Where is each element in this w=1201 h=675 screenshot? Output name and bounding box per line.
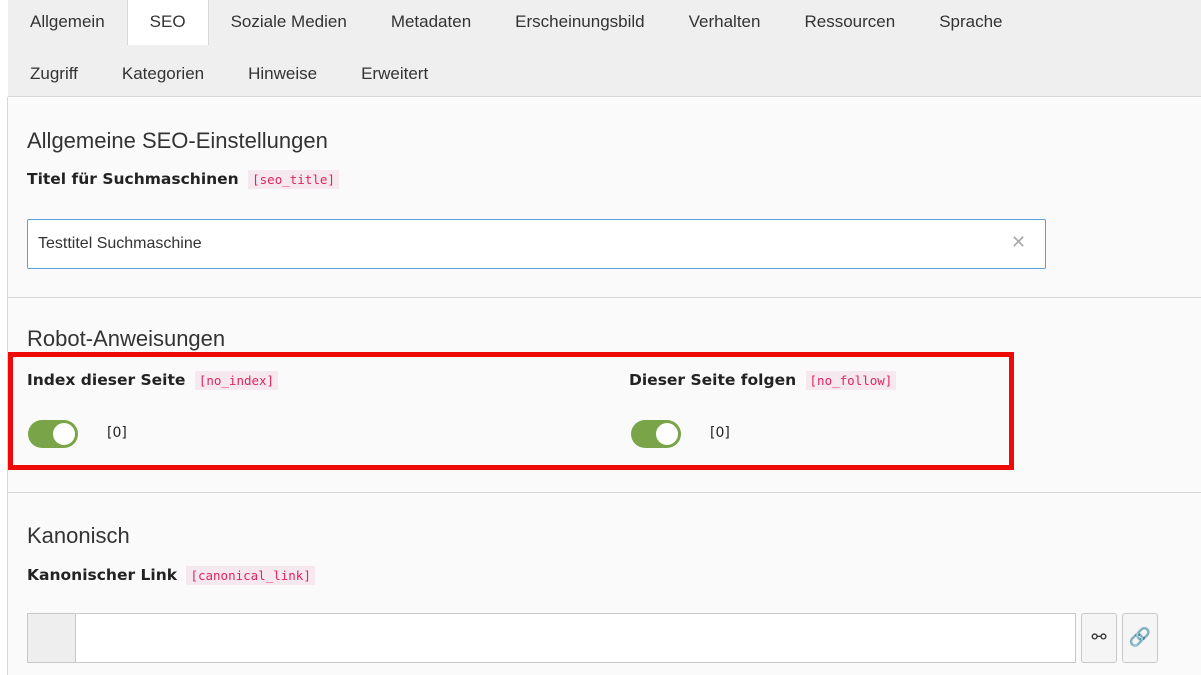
canonical-link-field bbox=[27, 613, 1076, 663]
tab-allgemein[interactable]: Allgemein bbox=[8, 0, 127, 44]
tab-row-1: Allgemein SEO Soziale Medien Metadaten E… bbox=[8, 0, 1025, 45]
canonical-link-code: [canonical_link] bbox=[186, 566, 315, 585]
tab-seo[interactable]: SEO bbox=[126, 0, 209, 45]
tab-erscheinungsbild[interactable]: Erscheinungsbild bbox=[493, 0, 666, 44]
canonical-link-input[interactable] bbox=[76, 614, 1075, 662]
canonical-link-label-text: Kanonischer Link bbox=[27, 566, 178, 584]
unlink-icon[interactable]: ⚯ bbox=[1081, 613, 1117, 663]
seo-section: Allgemeine SEO-Einstellungen Titel für S… bbox=[8, 98, 1201, 297]
section-title-canonical: Kanonisch bbox=[27, 523, 130, 548]
seo-title-input[interactable]: Testtitel Suchmaschine bbox=[27, 219, 1046, 269]
tab-hinweise[interactable]: Hinweise bbox=[226, 52, 339, 96]
tab-soziale-medien[interactable]: Soziale Medien bbox=[209, 0, 369, 44]
tab-row-2: Zugriff Kategorien Hinweise Erweitert bbox=[8, 52, 450, 96]
seo-title-label-text: Titel für Suchmaschinen bbox=[27, 170, 239, 188]
link-input-addon bbox=[28, 614, 76, 662]
seo-title-code: [seo_title] bbox=[248, 170, 339, 189]
tab-kategorien[interactable]: Kategorien bbox=[100, 52, 226, 96]
clear-icon[interactable]: ✕ bbox=[1011, 229, 1026, 257]
highlight-annotation-box bbox=[8, 352, 1014, 470]
tab-erweitert[interactable]: Erweitert bbox=[339, 52, 450, 96]
seo-title-label: Titel für Suchmaschinen [seo_title] bbox=[27, 170, 339, 189]
section-title-robots: Robot-Anweisungen bbox=[27, 326, 226, 351]
canonical-section: Kanonisch Kanonischer Link [canonical_li… bbox=[8, 493, 1201, 675]
tab-sprache[interactable]: Sprache bbox=[917, 0, 1024, 44]
tab-zugriff[interactable]: Zugriff bbox=[8, 52, 100, 96]
canonical-link-label: Kanonischer Link [canonical_link] bbox=[27, 566, 315, 585]
tab-ressourcen[interactable]: Ressourcen bbox=[782, 0, 917, 44]
link-icon[interactable]: 🔗 bbox=[1122, 613, 1158, 663]
tab-verhalten[interactable]: Verhalten bbox=[667, 0, 783, 44]
tab-metadaten[interactable]: Metadaten bbox=[369, 0, 493, 44]
tab-bar: Allgemein SEO Soziale Medien Metadaten E… bbox=[8, 0, 1201, 97]
section-title-seo: Allgemeine SEO-Einstellungen bbox=[27, 128, 328, 153]
